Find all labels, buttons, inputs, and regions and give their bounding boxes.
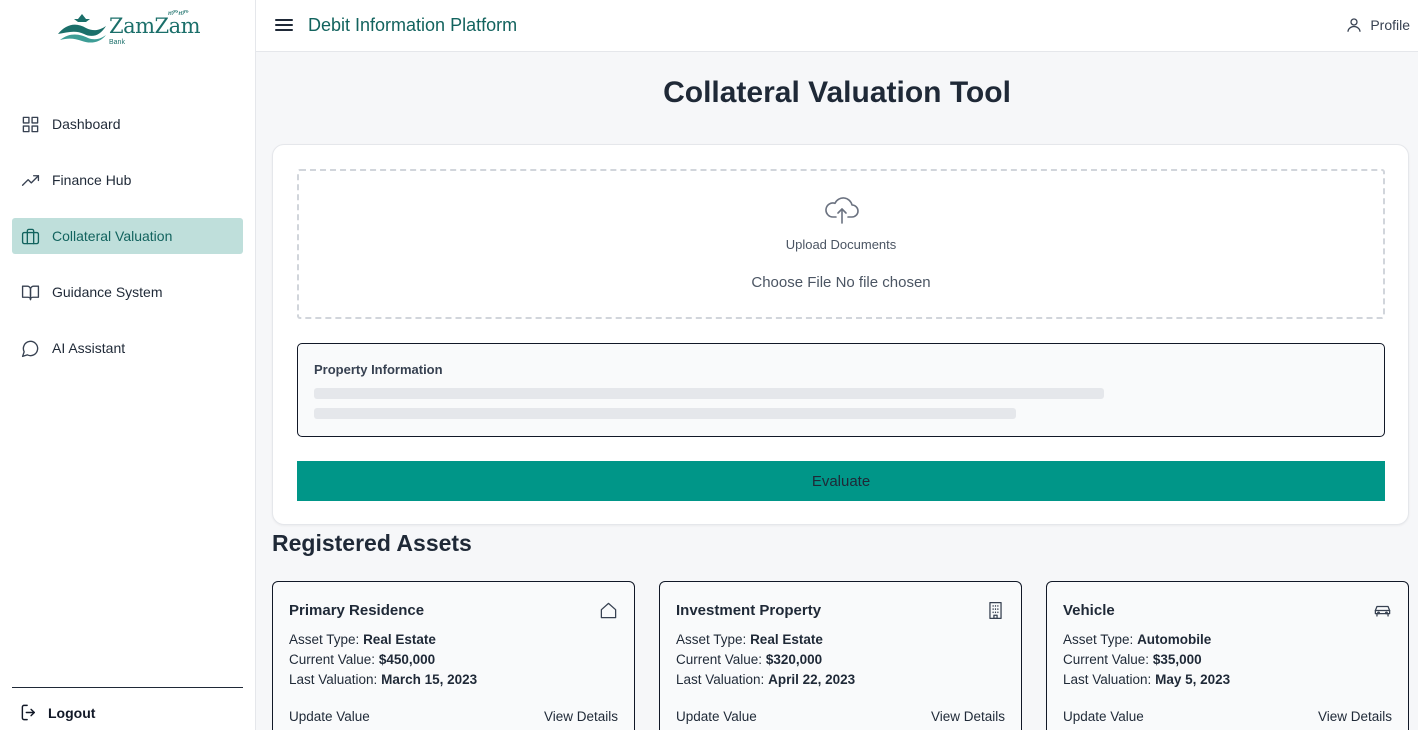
trending-up-icon [20,170,40,190]
sidebar-nav: Dashboard Finance Hub Collateral Valuati… [12,106,243,386]
asset-type: Asset Type: Real Estate [289,632,436,647]
choose-file-button[interactable]: Choose File [751,274,831,291]
logo-name: ZamZam [109,14,201,38]
chat-bubble-icon [20,338,40,358]
evaluate-button[interactable]: Evaluate [297,461,1385,501]
loading-skeleton-line [314,388,1104,399]
file-status: No file chosen [835,274,931,291]
update-value-button[interactable]: Update Value [1063,709,1144,724]
sidebar-item-label: Finance Hub [52,172,132,188]
asset-title: Investment Property [676,602,822,619]
sidebar-item-label: AI Assistant [52,340,126,356]
logout-icon [21,704,35,721]
sidebar-item-collateral-valuation[interactable]: Collateral Valuation [12,218,243,254]
asset-type: Asset Type: Automobile [1063,632,1212,647]
asset-title: Vehicle [1063,602,1115,619]
book-icon [20,282,40,302]
upload-label: Upload Documents [785,237,897,252]
view-details-button[interactable]: View Details [931,709,1005,724]
logo-sub: Bank [109,39,125,46]
profile-label: Profile [1370,17,1410,33]
update-value-button[interactable]: Update Value [676,709,757,724]
asset-current-value: Current Value: $320,000 [676,652,823,667]
sidebar-item-label: Dashboard [52,116,121,132]
asset-card: Primary Residence Asset Type: Real Estat… [272,581,635,730]
platform-title: Debit Information Platform [308,15,518,35]
asset-current-value: Current Value: $35,000 [1063,652,1202,667]
sidebar-divider [12,687,243,688]
profile-button[interactable]: Profile [1345,16,1410,34]
view-details-button[interactable]: View Details [1318,709,1392,724]
house-icon [599,601,618,620]
briefcase-icon [20,226,40,246]
view-details-button[interactable]: View Details [544,709,618,724]
logout-label: Logout [48,704,96,721]
zamzam-logo[interactable]: ዘምዘም ZamZam Bank [56,8,206,48]
asset-actions: Update Value View Details [289,709,618,724]
asset-card: Vehicle Asset Type: Automobile Current V… [1046,581,1409,730]
sidebar-item-guidance-system[interactable]: Guidance System [12,274,243,310]
update-value-button[interactable]: Update Value [289,709,370,724]
file-input[interactable]: Choose File No file chosen [299,274,1383,291]
asset-last-valuation: Last Valuation: April 22, 2023 [676,672,856,687]
sidebar-item-ai-assistant[interactable]: AI Assistant [12,330,243,366]
valuation-form-card: Upload Documents Choose File No file cho… [272,144,1409,525]
upload-dropzone[interactable]: Upload Documents Choose File No file cho… [297,169,1385,319]
property-information-panel: Property Information [297,343,1385,437]
loading-skeleton-line [314,408,1016,419]
logo-waves-icon [58,14,106,43]
asset-type: Asset Type: Real Estate [676,632,823,647]
asset-card: Investment Property Asset Type: Real Est… [659,581,1022,730]
sidebar-item-label: Guidance System [52,284,163,300]
building-icon [986,601,1005,620]
asset-actions: Update Value View Details [1063,709,1392,724]
grid-icon [20,114,40,134]
property-information-label: Property Information [314,362,443,377]
sidebar-item-finance-hub[interactable]: Finance Hub [12,162,243,198]
hamburger-menu-icon[interactable] [274,15,294,35]
asset-actions: Update Value View Details [676,709,1005,724]
cloud-upload-icon [825,195,859,225]
car-icon [1373,601,1392,620]
user-icon [1347,18,1361,32]
sidebar-item-dashboard[interactable]: Dashboard [12,106,243,142]
registered-assets-heading: Registered Assets [272,530,472,556]
asset-last-valuation: Last Valuation: May 5, 2023 [1063,672,1231,687]
top-bar: Debit Information Platform Profile [256,0,1418,52]
page-title: Collateral Valuation Tool [663,76,1011,109]
sidebar-item-label: Collateral Valuation [52,228,173,244]
asset-title: Primary Residence [289,602,425,619]
logout-button[interactable]: Logout [20,703,95,722]
sidebar: ዘምዘም ZamZam Bank Dashboard Finance Hub C… [0,0,256,730]
asset-last-valuation: Last Valuation: March 15, 2023 [289,672,478,687]
asset-current-value: Current Value: $450,000 [289,652,436,667]
